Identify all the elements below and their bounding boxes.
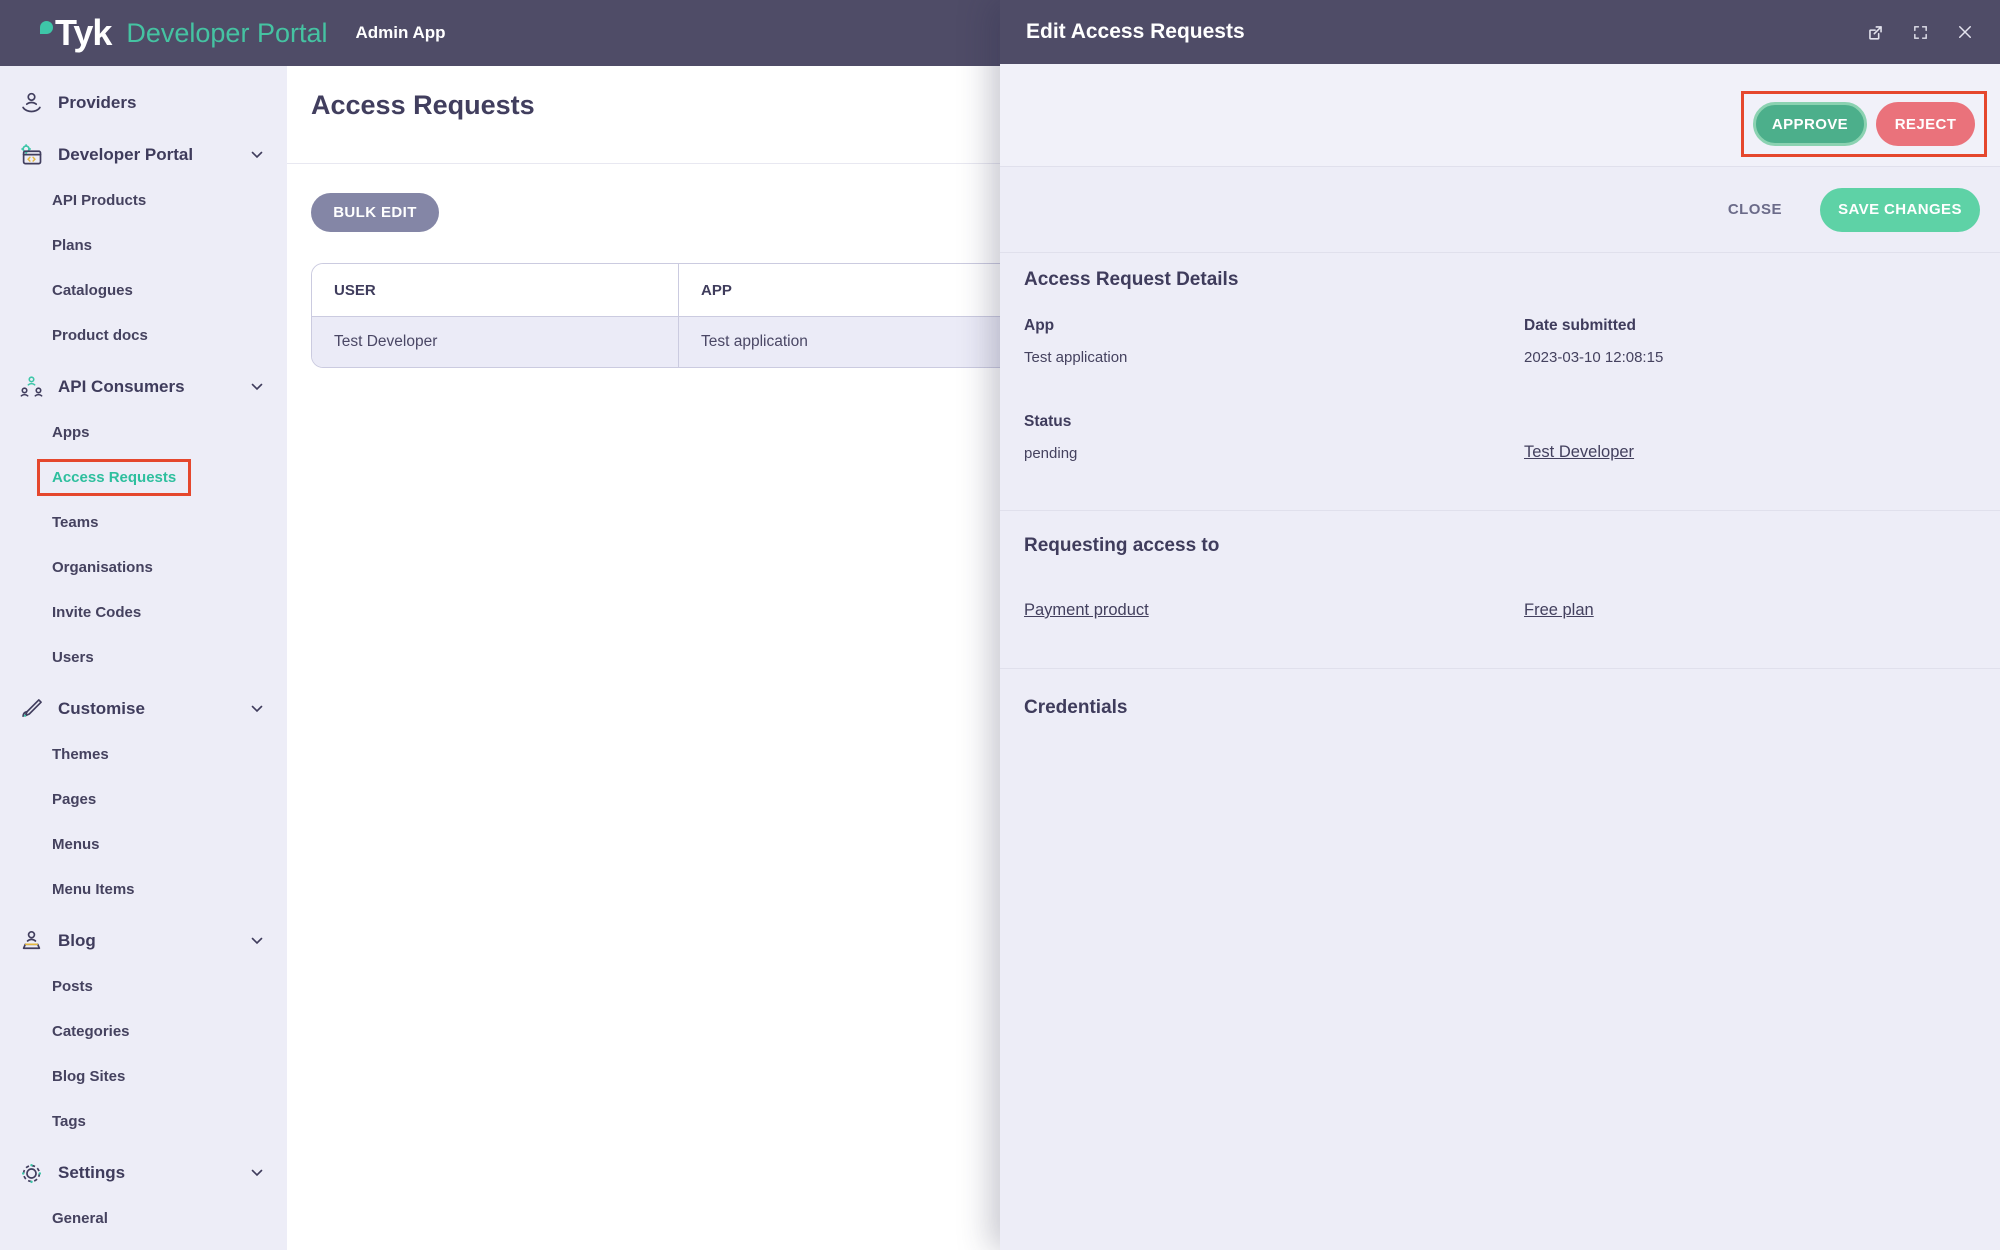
sidebar: Providers Developer Portal API Products … xyxy=(0,66,287,1250)
app-label: App xyxy=(1024,317,1524,335)
sidebar-section-label: Developer Portal xyxy=(58,145,193,165)
sidebar-section-blog[interactable]: Blog xyxy=(0,918,287,964)
sidebar-item-catalogues[interactable]: Catalogues xyxy=(0,268,287,313)
status-value: pending xyxy=(1024,445,1524,462)
panel-header-icons xyxy=(1866,23,1974,42)
bulk-edit-button[interactable]: BULK EDIT xyxy=(311,193,439,232)
close-button[interactable]: CLOSE xyxy=(1728,201,1782,218)
sidebar-item-plans[interactable]: Plans xyxy=(0,223,287,268)
sidebar-item-menus[interactable]: Menus xyxy=(0,822,287,867)
reject-button[interactable]: REJECT xyxy=(1876,102,1975,146)
providers-icon xyxy=(18,90,45,117)
sidebar-item-blog-sites[interactable]: Blog Sites xyxy=(0,1054,287,1099)
chevron-down-icon[interactable] xyxy=(251,937,263,945)
sidebar-section-label: Providers xyxy=(58,93,136,113)
edit-access-requests-panel: Edit Access Requests APPROVE REJECT xyxy=(1000,0,2000,1250)
app-value: Test application xyxy=(1024,349,1524,366)
approve-reject-annotation-box: APPROVE REJECT xyxy=(1741,91,1987,157)
sidebar-section-api-consumers[interactable]: API Consumers xyxy=(0,364,287,410)
sidebar-item-themes[interactable]: Themes xyxy=(0,732,287,777)
sidebar-section-settings[interactable]: Settings xyxy=(0,1150,287,1196)
panel-save-bar: CLOSE SAVE CHANGES xyxy=(1000,166,2000,252)
customise-icon xyxy=(18,696,45,723)
panel-header: Edit Access Requests xyxy=(1000,0,2000,64)
sidebar-section-developer-portal[interactable]: Developer Portal xyxy=(0,132,287,178)
sidebar-item-teams[interactable]: Teams xyxy=(0,500,287,545)
cell-user[interactable]: Test Developer xyxy=(312,317,678,367)
sidebar-item-posts[interactable]: Posts xyxy=(0,964,287,1009)
sidebar-item-tags[interactable]: Tags xyxy=(0,1099,287,1144)
app-name-label: Admin App xyxy=(355,23,445,43)
close-icon[interactable] xyxy=(1956,23,1974,41)
status-label: Status xyxy=(1024,413,1524,431)
tyk-leaf-icon xyxy=(40,21,53,34)
details-heading: Access Request Details xyxy=(1024,269,1976,291)
sidebar-section-customise[interactable]: Customise xyxy=(0,686,287,732)
credentials-heading: Credentials xyxy=(1024,697,1976,719)
sidebar-item-organisations[interactable]: Organisations xyxy=(0,545,287,590)
sidebar-section-label: Settings xyxy=(58,1163,125,1183)
chevron-down-icon[interactable] xyxy=(251,151,263,159)
panel-title: Edit Access Requests xyxy=(1026,20,1245,44)
sidebar-item-menu-items[interactable]: Menu Items xyxy=(0,867,287,912)
chevron-down-icon[interactable] xyxy=(251,383,263,391)
sidebar-section-label: API Consumers xyxy=(58,377,185,397)
panel-action-bar: APPROVE REJECT xyxy=(1000,64,2000,166)
logo-subtitle: Developer Portal xyxy=(126,17,327,49)
access-requests-active-label[interactable]: Access Requests xyxy=(37,459,191,496)
sidebar-item-api-products[interactable]: API Products xyxy=(0,178,287,223)
requesting-heading: Requesting access to xyxy=(1024,535,1976,557)
api-consumers-icon xyxy=(18,374,45,401)
sidebar-item-apps[interactable]: Apps xyxy=(0,410,287,455)
sidebar-section-label: Blog xyxy=(58,931,96,951)
sidebar-item-categories[interactable]: Categories xyxy=(0,1009,287,1054)
settings-icon xyxy=(18,1160,45,1187)
sidebar-item-pages[interactable]: Pages xyxy=(0,777,287,822)
sidebar-item-product-docs[interactable]: Product docs xyxy=(0,313,287,358)
credentials-section: Credentials xyxy=(1000,668,2000,1250)
sidebar-item-invite-codes[interactable]: Invite Codes xyxy=(0,590,287,635)
sidebar-item-users[interactable]: Users xyxy=(0,635,287,680)
sidebar-item-access-requests[interactable]: Access Requests xyxy=(0,455,287,500)
open-in-new-icon[interactable] xyxy=(1866,23,1885,42)
date-submitted-value: 2023-03-10 12:08:15 xyxy=(1524,349,1976,366)
developer-portal-icon xyxy=(18,142,45,169)
date-submitted-label: Date submitted xyxy=(1524,317,1976,335)
access-request-details-section: Access Request Details App Test applicat… xyxy=(1000,252,2000,510)
chevron-down-icon[interactable] xyxy=(251,1169,263,1177)
requesting-access-section: Requesting access to Payment product Fre… xyxy=(1000,510,2000,668)
save-changes-button[interactable]: SAVE CHANGES xyxy=(1820,188,1980,232)
blog-icon xyxy=(18,928,45,955)
product-link[interactable]: Payment product xyxy=(1024,601,1524,620)
sidebar-section-label: Customise xyxy=(58,699,145,719)
sidebar-section-providers[interactable]: Providers xyxy=(0,80,287,126)
logo-text: Tyk xyxy=(55,15,111,51)
column-header-user[interactable]: USER xyxy=(312,264,678,316)
requesting-links: Payment product Free plan xyxy=(1024,601,1976,620)
approve-button[interactable]: APPROVE xyxy=(1753,102,1867,146)
plan-link[interactable]: Free plan xyxy=(1524,601,1976,620)
tyk-logo: Tyk Developer Portal xyxy=(40,15,327,51)
details-grid: App Test application Date submitted 2023… xyxy=(1024,317,1976,462)
sidebar-item-general[interactable]: General xyxy=(0,1196,287,1241)
chevron-down-icon[interactable] xyxy=(251,705,263,713)
fullscreen-icon[interactable] xyxy=(1912,24,1929,41)
user-link[interactable]: Test Developer xyxy=(1524,443,1634,462)
